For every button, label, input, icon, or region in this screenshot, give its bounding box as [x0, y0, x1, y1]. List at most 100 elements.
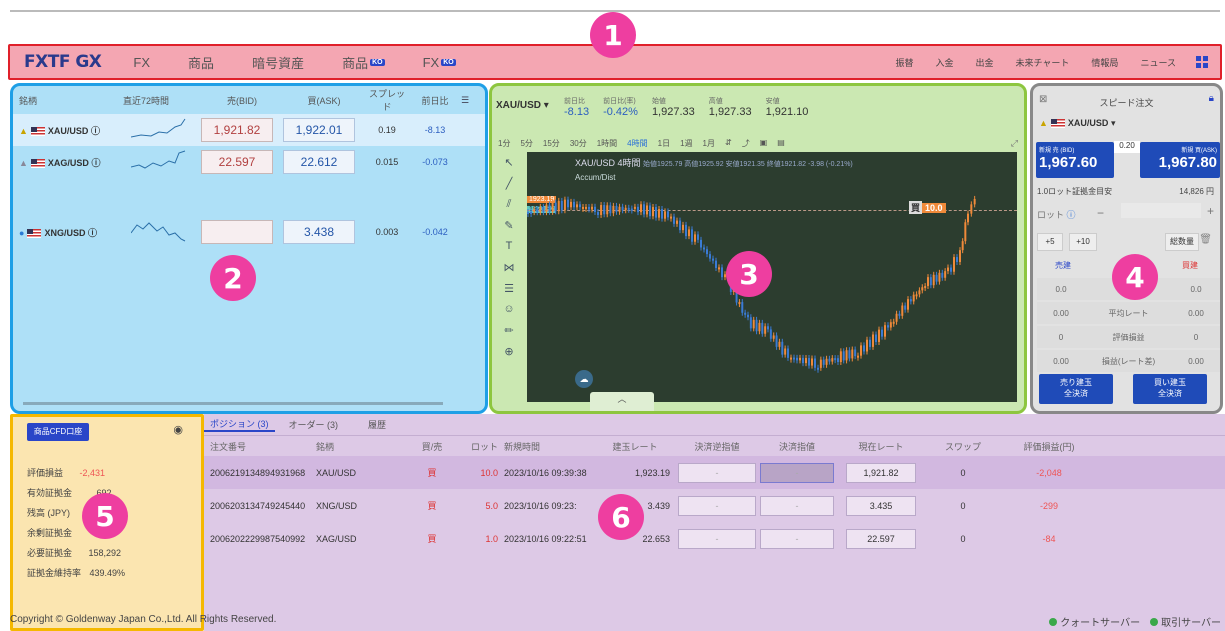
apps-grid-icon[interactable]	[1196, 56, 1208, 68]
nav-crypto[interactable]: 暗号資産	[252, 53, 304, 72]
candle	[545, 204, 548, 213]
candle	[881, 329, 883, 337]
close-all-buy-button[interactable]: 買い建玉 全決済	[1133, 374, 1207, 404]
compare-icon[interactable]: ⇵	[725, 138, 732, 149]
fib-icon[interactable]: ⫽	[507, 198, 512, 219]
nav-info[interactable]: 情報局	[1091, 56, 1118, 69]
candle	[579, 204, 581, 208]
status-dot-icon	[1150, 617, 1159, 626]
quote-row[interactable]: ▲ XAU/USD ⓘ 1,921.82 1,922.01 0.19 -8.13	[13, 114, 485, 146]
indicator-icon[interactable]: ⤴	[742, 138, 750, 149]
total-quantity-button[interactable]: 総数量	[1165, 233, 1199, 251]
candle	[921, 287, 924, 291]
us-flag-icon	[30, 126, 45, 136]
logo[interactable]: FXTF GX	[24, 52, 102, 72]
plus10-button[interactable]: +10	[1069, 233, 1097, 251]
settings-icon[interactable]: ▤	[777, 138, 785, 149]
brush-icon[interactable]: ✎	[504, 219, 513, 240]
lot-input[interactable]	[1121, 203, 1201, 218]
candle	[594, 206, 596, 213]
table-row[interactable]: 2006203134749245440 XNG/USD 買 5.0 2023/1…	[204, 489, 1225, 522]
nav-commodity[interactable]: 商品	[188, 53, 214, 72]
candle	[845, 350, 848, 361]
candlestick-chart[interactable]: XAU/USD 4時間 始値1925.79 高値1925.92 安値1921.3…	[527, 152, 1017, 402]
ask-price-button[interactable]: 22.612	[283, 150, 355, 174]
candle	[898, 313, 901, 316]
nav-withdraw[interactable]: 出金	[975, 56, 993, 69]
candle	[627, 207, 630, 210]
plus5-button[interactable]: +5	[1037, 233, 1063, 251]
emoji-icon[interactable]: ☺	[503, 303, 514, 324]
candle	[778, 341, 781, 347]
pattern-icon[interactable]: ⋈	[504, 261, 515, 282]
nav-commodity-ko[interactable]: 商品 KO	[342, 53, 385, 72]
ruler-icon[interactable]: ✏	[504, 324, 513, 345]
trash-icon[interactable]: 🗑︎	[1199, 234, 1212, 245]
plus-button[interactable]: +	[1207, 204, 1214, 218]
nav-fx-ko[interactable]: FX KO	[423, 55, 456, 70]
stop-loss-input[interactable]: -	[678, 528, 756, 549]
template-icon[interactable]: ▣	[760, 138, 768, 149]
nav-news[interactable]: ニュース	[1140, 56, 1176, 69]
tf-1h[interactable]: 1時間	[597, 138, 617, 149]
quote-row[interactable]: ● XNG/USD ⓘ 3.438 0.003 -0.042	[13, 216, 485, 248]
tf-4h[interactable]: 4時間	[627, 138, 647, 149]
ask-price-button[interactable]: 3.438	[283, 220, 355, 244]
chart-symbol-select[interactable]: XAU/USD ▾	[496, 100, 549, 111]
stop-loss-input[interactable]: -	[678, 462, 756, 483]
candle	[819, 359, 822, 368]
horizontal-scrollbar[interactable]	[23, 402, 443, 405]
take-profit-input[interactable]: -	[760, 528, 834, 549]
minus-button[interactable]: −	[1097, 206, 1104, 220]
tf-1mo[interactable]: 1月	[703, 138, 715, 149]
close-all-sell-button[interactable]: 売り建玉 全決済	[1039, 374, 1113, 404]
cursor-icon[interactable]: ↖	[504, 156, 513, 177]
bid-price-button[interactable]	[201, 220, 273, 244]
position-marker[interactable]: 買 10.0	[909, 201, 946, 214]
nav-future-chart[interactable]: 未来チャート	[1016, 56, 1070, 69]
bid-price-button[interactable]: 22.597	[201, 150, 273, 174]
tf-1d[interactable]: 1日	[658, 138, 670, 149]
candle	[854, 349, 857, 357]
measure-icon[interactable]: ☰	[504, 282, 514, 303]
bid-price-button[interactable]: 1,921.82	[201, 118, 273, 142]
tab-orders[interactable]: オーダー (3)	[289, 418, 339, 431]
candle	[673, 216, 675, 224]
tf-30m[interactable]: 30分	[570, 138, 587, 149]
expand-icon[interactable]: ⤢	[1011, 138, 1018, 149]
candle	[964, 222, 967, 242]
nav-transfer[interactable]: 振替	[895, 56, 913, 69]
tab-history[interactable]: 履歴	[368, 418, 386, 431]
zoom-icon[interactable]: ⊕	[504, 345, 513, 366]
candle	[772, 335, 775, 339]
candle	[775, 335, 778, 347]
candle	[959, 250, 961, 262]
collapse-chevron-icon[interactable]: ︿	[590, 392, 654, 411]
quote-row[interactable]: ▲ XAG/USD ⓘ 22.597 22.612 0.015 -0.073	[13, 146, 485, 178]
take-profit-input[interactable]: -	[760, 495, 834, 516]
buy-button[interactable]: 新規 買(ASK) 1,967.80	[1140, 142, 1220, 178]
table-row[interactable]: 2006202229987540992 XAG/USD 買 1.0 2023/1…	[204, 522, 1225, 555]
eye-icon[interactable]: ◉	[173, 423, 183, 436]
tab-positions[interactable]: ポジション (3)	[204, 417, 275, 432]
account-select-button[interactable]: 商品CFD口座	[27, 423, 89, 441]
tf-1w[interactable]: 1週	[680, 138, 692, 149]
settings-sliders-icon[interactable]: ☰	[461, 95, 475, 106]
trendline-icon[interactable]: ╱	[506, 177, 513, 198]
tf-15m[interactable]: 15分	[543, 138, 560, 149]
table-row[interactable]: 2006219134894931968 XAU/USD 買 10.0 2023/…	[204, 456, 1225, 489]
symbol-select[interactable]: ▲ XAU/USD ▾	[1039, 118, 1115, 129]
nav-deposit[interactable]: 入金	[935, 56, 953, 69]
text-icon[interactable]: T	[506, 240, 513, 261]
nav-fx[interactable]: FX	[133, 55, 150, 70]
stop-loss-input[interactable]: -	[678, 495, 756, 516]
tf-5m[interactable]: 5分	[520, 138, 532, 149]
gold-icon: ▲	[19, 125, 28, 136]
take-profit-input[interactable]: -	[760, 462, 834, 483]
lock-icon[interactable]: 🔒︎	[1209, 93, 1214, 104]
sell-button[interactable]: 新規 売 (BID) 1,967.60	[1036, 142, 1114, 178]
candle	[667, 211, 669, 218]
tf-1m[interactable]: 1分	[498, 138, 510, 149]
candle	[606, 205, 609, 215]
ask-price-button[interactable]: 1,922.01	[283, 118, 355, 142]
